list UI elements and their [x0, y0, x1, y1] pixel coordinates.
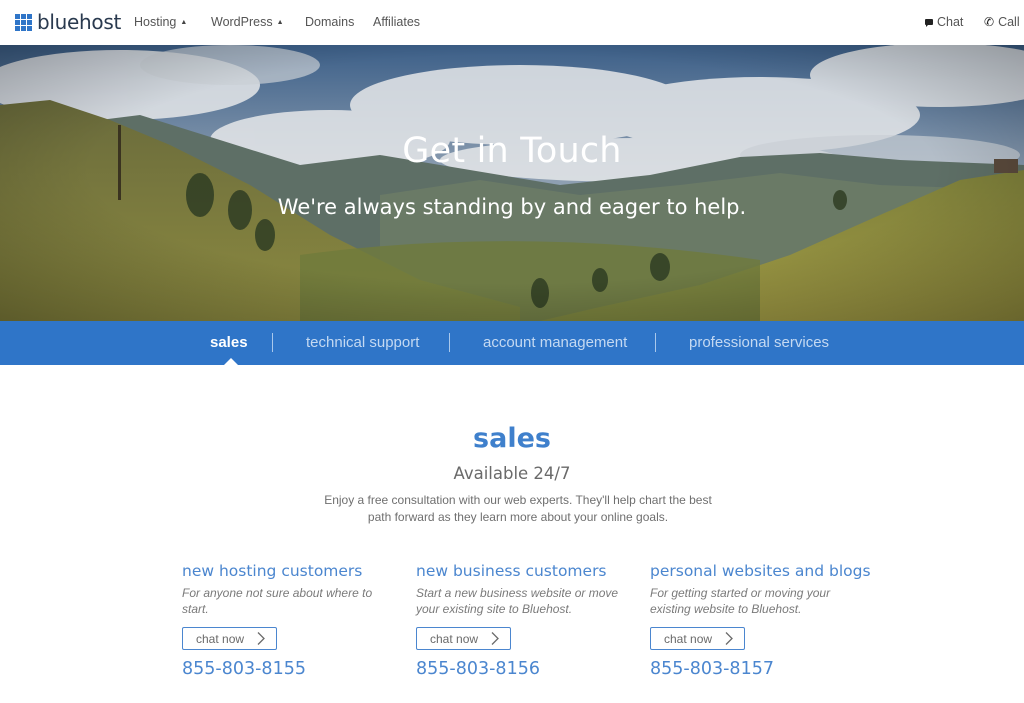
mountain-landscape-image [0, 45, 1024, 321]
contact-card-new-hosting: new hosting customers For anyone not sur… [182, 562, 402, 679]
top-navigation: bluehost Hosting ▲ WordPress ▲ Domains Aff… [0, 0, 1024, 45]
tab-divider [655, 333, 656, 352]
nav-item-wordpress[interactable]: WordPress ▲ [211, 15, 284, 29]
contact-card-new-business: new business customers Start a new busin… [416, 562, 636, 679]
tab-sales[interactable]: sales [210, 334, 248, 351]
chat-link-label: Chat [937, 15, 964, 29]
contact-card-description: For anyone not sure about where to start… [182, 586, 373, 616]
tab-divider [449, 333, 450, 352]
contact-card-personal-websites: personal websites and blogs For getting … [650, 562, 871, 679]
contact-card-title: personal websites and blogs [650, 562, 871, 580]
nav-item-affiliates[interactable]: Affiliates [373, 15, 420, 29]
section-subtitle: Available 24/7 [453, 464, 571, 483]
nav-item-label: Hosting [134, 15, 177, 29]
nav-item-label: Affiliates [373, 15, 421, 29]
contact-card-title: new hosting customers [182, 562, 363, 580]
nav-item-domains[interactable]: Domains [305, 15, 354, 29]
phone-number[interactable]: 855-803-8155 [182, 659, 402, 679]
contact-card-description: For getting started or moving your exist… [650, 586, 831, 616]
nav-item-hosting[interactable]: Hosting ▲ [134, 15, 187, 29]
nav-item-label: Domains [305, 15, 355, 29]
tab-account-management[interactable]: account management [483, 334, 627, 351]
contact-card-title: new business customers [416, 562, 607, 580]
call-link[interactable]: ✆ Call [984, 15, 1020, 29]
logo-grid-icon [15, 13, 32, 31]
tab-divider [272, 333, 273, 352]
support-tab-bar: sales technical support account manageme… [0, 321, 1024, 365]
contact-card-description: Start a new business website or move you… [416, 586, 619, 616]
section-description: Enjoy a free consultation with our web e… [324, 493, 712, 524]
hero-title: Get in Touch [402, 131, 622, 171]
tab-professional-services[interactable]: professional services [689, 334, 829, 351]
hero-subtitle: We're always standing by and eager to he… [277, 195, 747, 219]
chat-now-button[interactable]: chat now [182, 627, 277, 650]
call-link-label: Call [998, 15, 1020, 29]
caret-up-icon: ▲ [180, 19, 188, 26]
active-tab-pointer [224, 358, 238, 365]
chat-now-button[interactable]: chat now [416, 627, 511, 650]
chevron-right-icon [491, 632, 499, 645]
hero-banner: Get in Touch We're always standing by an… [0, 45, 1024, 321]
chat-now-label: chat now [664, 631, 713, 646]
chat-link[interactable]: Chat [925, 15, 963, 29]
section-title: sales [473, 423, 551, 454]
chat-now-label: chat now [196, 631, 245, 646]
chevron-right-icon [725, 632, 733, 645]
chevron-right-icon [257, 632, 265, 645]
phone-icon: ✆ [984, 15, 995, 29]
chat-now-label: chat now [430, 631, 479, 646]
logo-wordmark: bluehost [37, 10, 122, 34]
chat-now-button[interactable]: chat now [650, 627, 745, 650]
chat-bubble-icon [925, 19, 933, 27]
caret-up-icon: ▲ [276, 19, 284, 26]
phone-number[interactable]: 855-803-8156 [416, 659, 636, 679]
bluehost-logo[interactable]: bluehost [15, 10, 122, 34]
tab-technical-support[interactable]: technical support [306, 334, 419, 351]
phone-number[interactable]: 855-803-8157 [650, 659, 870, 679]
nav-item-label: WordPress [211, 15, 273, 29]
